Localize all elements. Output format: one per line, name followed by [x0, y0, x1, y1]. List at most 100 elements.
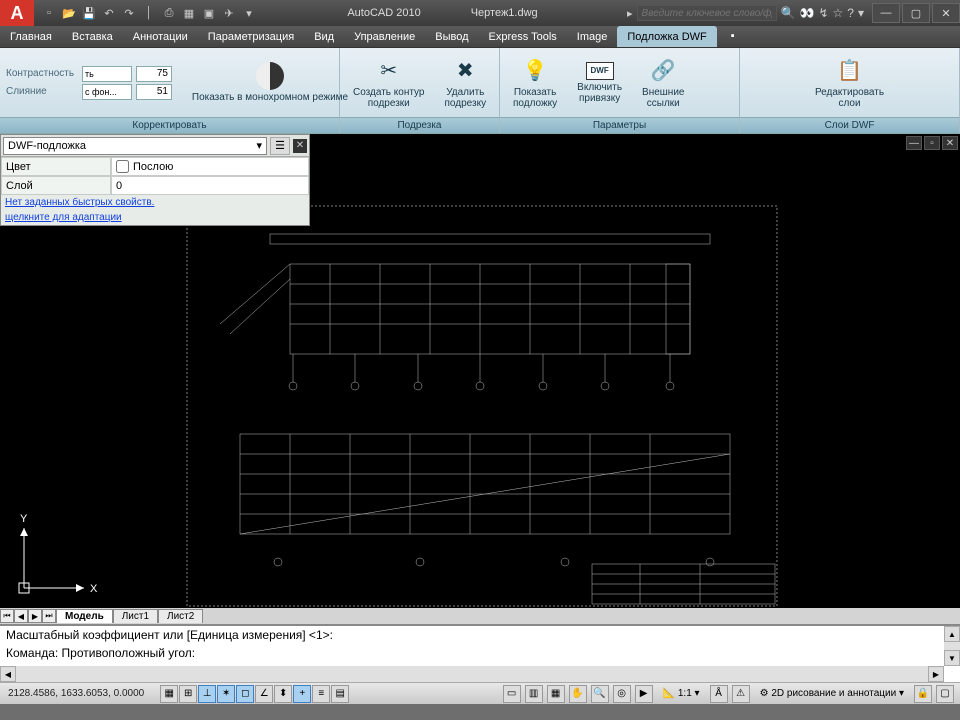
monochrome-button[interactable]: Показать в монохромном режиме [178, 59, 362, 106]
qat-dropdown-icon[interactable]: ▾ [240, 4, 258, 22]
save-icon[interactable]: 💾 [80, 4, 98, 22]
tab-home[interactable]: Главная [0, 26, 62, 47]
delete-clip-button[interactable]: ✖ Удалить подрезку [438, 54, 494, 112]
new-icon[interactable]: ▫ [40, 4, 58, 22]
cmd-scroll-right[interactable]: ▶ [928, 666, 944, 682]
object-type-combo[interactable]: DWF-подложка▾ [3, 137, 267, 155]
print-icon[interactable]: ⎙ [160, 4, 178, 22]
help-icon[interactable]: ? [847, 6, 854, 20]
layout-tab-model[interactable]: Модель [56, 609, 113, 623]
showmotion-icon[interactable]: ▶ [635, 685, 653, 703]
qview-drawings[interactable]: ▦ [547, 685, 565, 703]
fade-value[interactable] [136, 84, 172, 100]
tab-express[interactable]: Express Tools [479, 26, 567, 47]
publish-icon[interactable]: ✈ [220, 4, 238, 22]
app-menu-button[interactable]: A [0, 0, 34, 26]
layout-first-button[interactable]: ⏮ [0, 609, 14, 623]
cmd-scroll-up[interactable]: ▲ [944, 626, 960, 642]
maximize-button[interactable]: ▢ [902, 3, 930, 23]
doc-restore-button[interactable]: ▫ [924, 136, 940, 150]
layout-next-button[interactable]: ▶ [28, 609, 42, 623]
contrast-value[interactable] [136, 66, 172, 82]
ribbon-tabs: Главная Вставка Аннотации Параметризация… [0, 26, 960, 48]
command-line[interactable]: Масштабный коэффициент или [Единица изме… [0, 624, 960, 682]
doc-minimize-button[interactable]: — [906, 136, 922, 150]
redo-icon[interactable]: ↷ [120, 4, 138, 22]
toolbar-lock-icon[interactable]: 🔒 [914, 685, 932, 703]
contrast-label: Контрастность [6, 68, 78, 79]
contrast-slider-field[interactable] [82, 66, 132, 82]
clean-screen-icon[interactable]: ▢ [936, 685, 954, 703]
pan-icon[interactable]: ✋ [569, 685, 587, 703]
cmd-scroll-down[interactable]: ▼ [944, 650, 960, 666]
workspace-switcher[interactable]: ⚙ 2D рисование и аннотации ▾ [754, 688, 910, 699]
key-icon[interactable]: ↯ [818, 6, 828, 20]
ortho-toggle[interactable]: ⊥ [198, 685, 216, 703]
plot-icon[interactable]: ▦ [180, 4, 198, 22]
xrefs-button[interactable]: 🔗 Внешние ссылки [635, 54, 691, 112]
open-icon[interactable]: 📂 [60, 4, 78, 22]
create-clip-button[interactable]: ✂ Создать контур подрезки [346, 54, 432, 112]
tab-view[interactable]: Вид [304, 26, 344, 47]
layout-last-button[interactable]: ⏭ [42, 609, 56, 623]
layout-tab-sheet1[interactable]: Лист1 [113, 609, 158, 623]
show-underlay-button[interactable]: 💡 Показать подложку [506, 54, 564, 112]
tab-image[interactable]: Image [567, 26, 618, 47]
annotation-scale[interactable]: 📐 1:1 ▾ [657, 688, 706, 699]
favorite-icon[interactable]: ☆ [833, 6, 844, 20]
sep: │ [140, 4, 158, 22]
polar-toggle[interactable]: ✶ [217, 685, 235, 703]
tab-overflow-icon[interactable]: ▪ [725, 26, 741, 47]
customize-link[interactable]: щелкните для адаптации [1, 210, 309, 225]
preview-icon[interactable]: ▣ [200, 4, 218, 22]
drawing-area[interactable]: — ▫ ✕ DWF-подложка▾ ☰ ✕ Цвет Послою Слой… [0, 134, 960, 624]
prop-options-button[interactable]: ☰ [270, 137, 290, 155]
no-quick-props-link[interactable]: Нет заданных быстрых свойств. [1, 195, 309, 210]
otrack-toggle[interactable]: ∠ [255, 685, 273, 703]
lightbulb-icon: 💡 [519, 57, 551, 85]
doc-close-button[interactable]: ✕ [942, 136, 958, 150]
minimize-button[interactable]: — [872, 3, 900, 23]
tab-annotations[interactable]: Аннотации [123, 26, 198, 47]
dwf-badge-icon: DWF [586, 62, 614, 80]
undo-icon[interactable]: ↶ [100, 4, 118, 22]
search-chevron-icon[interactable]: ▸ [627, 7, 633, 20]
steering-wheel-icon[interactable]: ◎ [613, 685, 631, 703]
layout-tab-sheet2[interactable]: Лист2 [158, 609, 203, 623]
xref-icon: 🔗 [647, 57, 679, 85]
grid-toggle[interactable]: ⊞ [179, 685, 197, 703]
search-icon[interactable]: 🔍 [781, 6, 796, 20]
coordinates[interactable]: 2128.4586, 1633.6053, 0.0000 [0, 688, 152, 699]
dyn-toggle[interactable]: + [293, 685, 311, 703]
osnap-toggle[interactable]: ◻ [236, 685, 254, 703]
annoscale-toggle[interactable]: Å [710, 685, 728, 703]
help-dropdown-icon[interactable]: ▾ [858, 6, 864, 20]
tab-output[interactable]: Вывод [425, 26, 478, 47]
svg-text:X: X [90, 583, 98, 595]
edit-layers-button[interactable]: 📋 Редактировать слои [808, 54, 891, 112]
bylayer-checkbox[interactable] [116, 160, 129, 173]
fade-combo[interactable] [82, 84, 132, 100]
binoculars-icon[interactable]: 👀 [800, 6, 815, 20]
model-paper-toggle[interactable]: ▭ [503, 685, 521, 703]
snap-toggle[interactable]: ▦ [160, 685, 178, 703]
close-button[interactable]: ✕ [932, 3, 960, 23]
tab-parametrize[interactable]: Параметризация [198, 26, 304, 47]
cmd-scroll-left[interactable]: ◀ [0, 666, 16, 682]
prop-val-layer[interactable]: 0 [111, 176, 309, 195]
annovis-toggle[interactable]: ⚠ [732, 685, 750, 703]
tab-manage[interactable]: Управление [344, 26, 425, 47]
search-input[interactable] [637, 5, 777, 21]
tab-insert[interactable]: Вставка [62, 26, 123, 47]
lwt-toggle[interactable]: ≡ [312, 685, 330, 703]
qview-layouts[interactable]: ▥ [525, 685, 543, 703]
enable-snap-button[interactable]: DWF Включить привязку [570, 59, 629, 107]
layout-prev-button[interactable]: ◀ [14, 609, 28, 623]
tab-dwf-underlay[interactable]: Подложка DWF [617, 26, 716, 47]
zoom-icon[interactable]: 🔍 [591, 685, 609, 703]
ducs-toggle[interactable]: ⬍ [274, 685, 292, 703]
qp-toggle[interactable]: ▤ [331, 685, 349, 703]
prop-close-button[interactable]: ✕ [293, 139, 307, 153]
prop-val-color[interactable]: Послою [111, 157, 309, 176]
panel-layers-title: Слои DWF [740, 117, 959, 133]
